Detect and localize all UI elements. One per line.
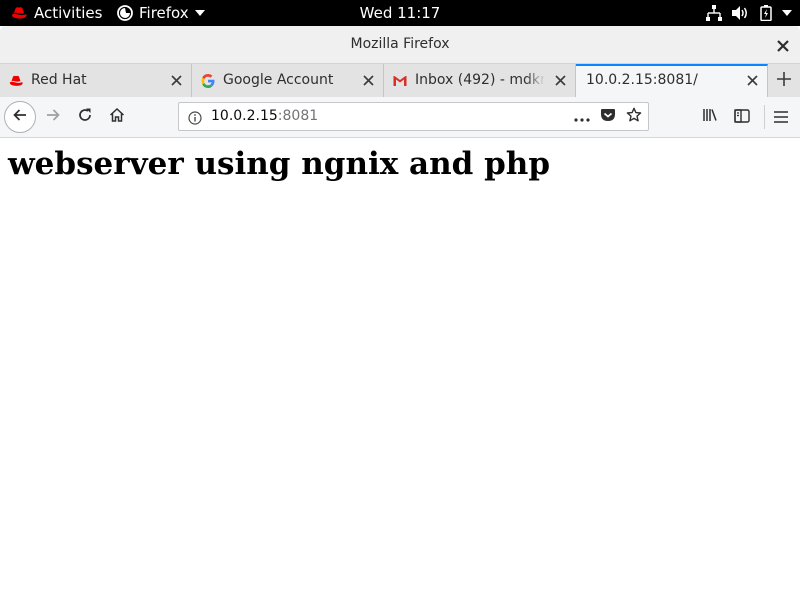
plus-icon [776,71,792,91]
more-actions-icon[interactable] [574,107,590,126]
url-port: :8081 [277,108,319,124]
info-icon[interactable] [188,110,202,125]
url-text[interactable]: 10.0.2.15:8081 [211,103,318,130]
clock[interactable]: Wed 11:17 [360,4,441,22]
pocket-icon[interactable] [600,107,616,127]
tab-red-hat[interactable]: Red Hat [0,64,192,97]
arrow-right-icon [45,107,61,127]
activities-label: Activities [34,4,103,22]
gnome-top-bar: Activities Firefox Wed 11:17 [0,0,800,26]
chevron-down-icon [194,10,205,16]
tab-label: Google Account [223,72,334,88]
app-menu-label: Firefox [139,4,189,22]
reload-button[interactable] [69,101,101,133]
battery-icon [760,5,772,21]
back-button[interactable] [4,101,36,133]
google-icon [200,73,216,89]
tab-inbox[interactable]: Inbox (492) - mdkrco [384,64,576,97]
sidebar-icon [734,108,750,127]
chevron-down-icon [782,10,792,16]
new-tab-button[interactable] [768,64,800,97]
activities-button[interactable]: Activities [10,0,102,26]
window-close-button[interactable] [776,38,790,52]
tab-label: 10.0.2.15:8081/ [586,72,698,88]
firefox-icon [117,5,133,21]
reload-icon [77,107,93,127]
tab-strip: Red Hat Google Account Inbox (492) - mdk… [0,64,800,98]
network-icon [706,5,722,21]
library-icon [702,107,718,127]
sidebar-toggle-button[interactable] [726,101,758,133]
library-button[interactable] [694,101,726,133]
window-title-bar[interactable]: Mozilla Firefox [0,26,800,64]
bookmark-star-icon[interactable] [626,107,642,127]
page-actions [574,103,642,130]
volume-icon [732,5,750,21]
arrow-left-icon [12,107,28,127]
app-menu[interactable]: Firefox [117,0,205,26]
hamburger-menu-icon [774,108,788,127]
tab-active-localhost[interactable]: 10.0.2.15:8081/ [576,64,768,98]
redhat-logo-icon [10,6,28,20]
url-bar[interactable]: 10.0.2.15:8081 [178,102,649,131]
redhat-icon [8,73,24,89]
tab-google-account[interactable]: Google Account [192,64,384,97]
page-heading: webserver using ngnix and php [8,146,551,182]
page-content: webserver using ngnix and php [0,138,800,600]
home-button[interactable] [101,101,133,133]
tab-close-icon[interactable] [362,74,375,87]
forward-button[interactable] [37,101,69,133]
tab-close-icon[interactable] [554,74,567,87]
open-menu-button[interactable] [765,101,797,133]
window-title: Mozilla Firefox [350,36,450,52]
tab-close-icon[interactable] [170,74,183,87]
url-host: 10.0.2.15 [211,108,278,124]
tab-label: Red Hat [31,72,87,88]
navigation-toolbar: 10.0.2.15:8081 [0,97,800,138]
gmail-icon [392,73,408,89]
tab-close-icon[interactable] [746,74,759,87]
home-icon [109,107,125,127]
tab-label: Inbox (492) - mdkrco [415,72,545,88]
system-tray[interactable] [706,0,792,26]
